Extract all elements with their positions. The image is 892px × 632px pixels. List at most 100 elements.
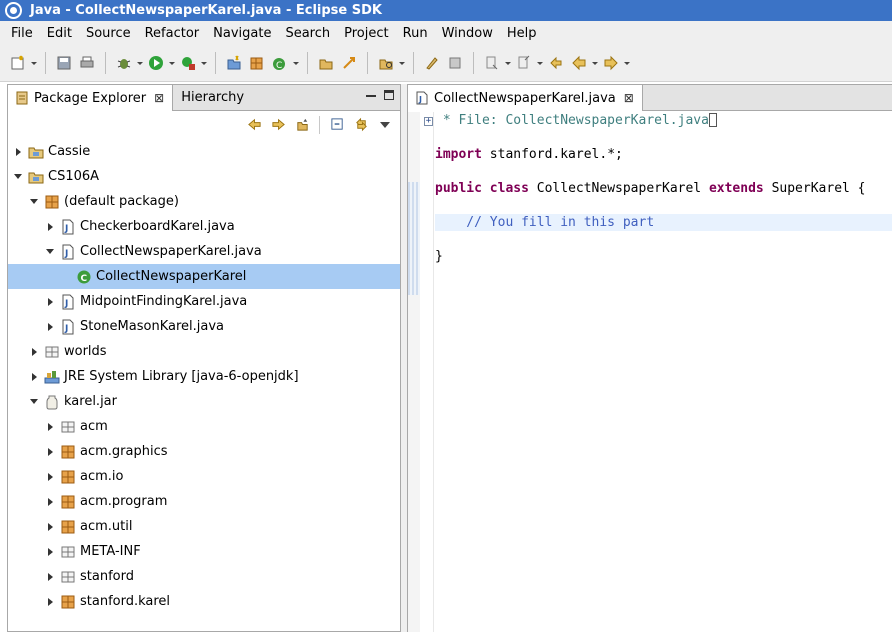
close-icon[interactable]: ⊠ <box>624 91 634 105</box>
tree-item-label: JRE System Library [java-6-openjdk] <box>64 369 299 384</box>
tree-item[interactable]: JRE System Library [java-6-openjdk] <box>8 364 400 389</box>
run-icon[interactable] <box>146 53 166 73</box>
toggle-mark-occurrences-icon[interactable] <box>422 53 442 73</box>
up-icon[interactable] <box>293 116 311 134</box>
expand-arrow-icon[interactable] <box>44 571 56 583</box>
debug-icon[interactable] <box>114 53 134 73</box>
expand-arrow-icon[interactable] <box>44 471 56 483</box>
expand-arrow-icon[interactable] <box>44 546 56 558</box>
tree-item[interactable]: karel.jar <box>8 389 400 414</box>
collapse-arrow-icon[interactable] <box>12 171 24 183</box>
menu-bar: File Edit Source Refactor Navigate Searc… <box>0 21 892 45</box>
tree-item[interactable]: acm.io <box>8 464 400 489</box>
back-icon[interactable] <box>245 116 263 134</box>
debug-dropdown-icon[interactable] <box>137 53 143 73</box>
new-java-project-icon[interactable] <box>224 53 244 73</box>
tree-item[interactable]: META-INF <box>8 539 400 564</box>
expand-arrow-icon[interactable] <box>44 296 56 308</box>
tab-collect-newspaper-karel-java[interactable]: J CollectNewspaperKarel.java ⊠ <box>408 85 643 111</box>
maximize-icon[interactable] <box>384 90 394 100</box>
expand-arrow-icon[interactable] <box>44 496 56 508</box>
new-class-icon[interactable]: C <box>270 53 290 73</box>
menu-refactor[interactable]: Refactor <box>138 26 207 41</box>
external-tools-dropdown-icon[interactable] <box>201 53 207 73</box>
tree-item[interactable]: stanford.karel <box>8 589 400 614</box>
menu-navigate[interactable]: Navigate <box>206 26 278 41</box>
print-icon[interactable] <box>77 53 97 73</box>
forward-dropdown-icon[interactable] <box>624 53 630 73</box>
expand-arrow-icon[interactable] <box>44 421 56 433</box>
tab-hierarchy[interactable]: Hierarchy <box>173 84 252 110</box>
menu-search[interactable]: Search <box>278 26 337 41</box>
back-icon[interactable] <box>569 53 589 73</box>
forward-icon[interactable] <box>601 53 621 73</box>
collapse-arrow-icon[interactable] <box>28 396 40 408</box>
next-annotation-dropdown-icon[interactable] <box>505 53 511 73</box>
collapse-arrow-icon[interactable] <box>28 196 40 208</box>
last-edit-location-icon[interactable] <box>546 53 566 73</box>
close-icon[interactable]: ⊠ <box>154 91 164 105</box>
expand-arrow-icon[interactable] <box>44 596 56 608</box>
tree-item[interactable]: C CollectNewspaperKarel <box>8 264 400 289</box>
minimize-icon[interactable] <box>366 90 376 97</box>
vertical-ruler[interactable] <box>408 112 420 632</box>
tree-item[interactable]: J CheckerboardKarel.java <box>8 214 400 239</box>
menu-edit[interactable]: Edit <box>40 26 79 41</box>
show-whitespace-icon[interactable] <box>445 53 465 73</box>
menu-window[interactable]: Window <box>435 26 500 41</box>
tree-item[interactable]: CS106A <box>8 164 400 189</box>
forward-icon[interactable] <box>269 116 287 134</box>
code-area[interactable]: * File: CollectNewspaperKarel.java import… <box>435 112 892 265</box>
menu-run[interactable]: Run <box>396 26 435 41</box>
tree-item[interactable]: worlds <box>8 339 400 364</box>
link-with-editor-icon[interactable] <box>352 116 370 134</box>
collapse-all-icon[interactable] <box>328 116 346 134</box>
package-icon <box>44 194 60 210</box>
view-menu-icon[interactable] <box>376 116 394 134</box>
tree-item[interactable]: acm <box>8 414 400 439</box>
tree-item[interactable]: J MidpointFindingKarel.java <box>8 289 400 314</box>
new-class-dropdown-icon[interactable] <box>293 53 299 73</box>
expand-arrow-icon[interactable] <box>44 321 56 333</box>
back-dropdown-icon[interactable] <box>592 53 598 73</box>
menu-file[interactable]: File <box>4 26 40 41</box>
tree-item[interactable]: J StoneMasonKarel.java <box>8 314 400 339</box>
new-wizard-icon[interactable] <box>8 53 28 73</box>
toolbar-separator <box>45 52 46 74</box>
next-annotation-icon[interactable] <box>482 53 502 73</box>
open-type-icon[interactable] <box>316 53 336 73</box>
tree-item[interactable]: acm.graphics <box>8 439 400 464</box>
tree-item[interactable]: acm.util <box>8 514 400 539</box>
menu-source[interactable]: Source <box>79 26 138 41</box>
tree-item[interactable]: stanford <box>8 564 400 589</box>
expand-arrow-icon[interactable] <box>44 446 56 458</box>
tree-item[interactable]: J CollectNewspaperKarel.java <box>8 239 400 264</box>
new-package-icon[interactable] <box>247 53 267 73</box>
save-icon[interactable] <box>54 53 74 73</box>
eclipse-app-icon[interactable] <box>5 2 22 19</box>
tree-item[interactable]: (default package) <box>8 189 400 214</box>
new-wizard-dropdown-icon[interactable] <box>31 53 37 73</box>
tab-package-explorer[interactable]: Package Explorer ⊠ <box>8 85 174 111</box>
expand-arrow-icon[interactable] <box>44 521 56 533</box>
collapse-arrow-icon[interactable] <box>44 246 56 258</box>
code-line: import stanford.karel.*; <box>435 146 892 163</box>
run-dropdown-icon[interactable] <box>169 53 175 73</box>
previous-annotation-dropdown-icon[interactable] <box>537 53 543 73</box>
fold-expand-icon[interactable]: + <box>424 117 433 126</box>
code-token: } <box>435 249 443 264</box>
external-tools-icon[interactable] <box>178 53 198 73</box>
tree-item[interactable]: acm.program <box>8 489 400 514</box>
expand-arrow-icon[interactable] <box>28 371 40 383</box>
menu-help[interactable]: Help <box>500 26 544 41</box>
expand-arrow-icon[interactable] <box>28 346 40 358</box>
expand-arrow-icon[interactable] <box>44 221 56 233</box>
expand-arrow-icon[interactable] <box>12 146 24 158</box>
open-task-icon[interactable] <box>339 53 359 73</box>
search-icon[interactable] <box>376 53 396 73</box>
package-icon <box>60 469 76 485</box>
previous-annotation-icon[interactable] <box>514 53 534 73</box>
menu-project[interactable]: Project <box>337 26 395 41</box>
search-dropdown-icon[interactable] <box>399 53 405 73</box>
tree-item[interactable]: Cassie <box>8 139 400 164</box>
